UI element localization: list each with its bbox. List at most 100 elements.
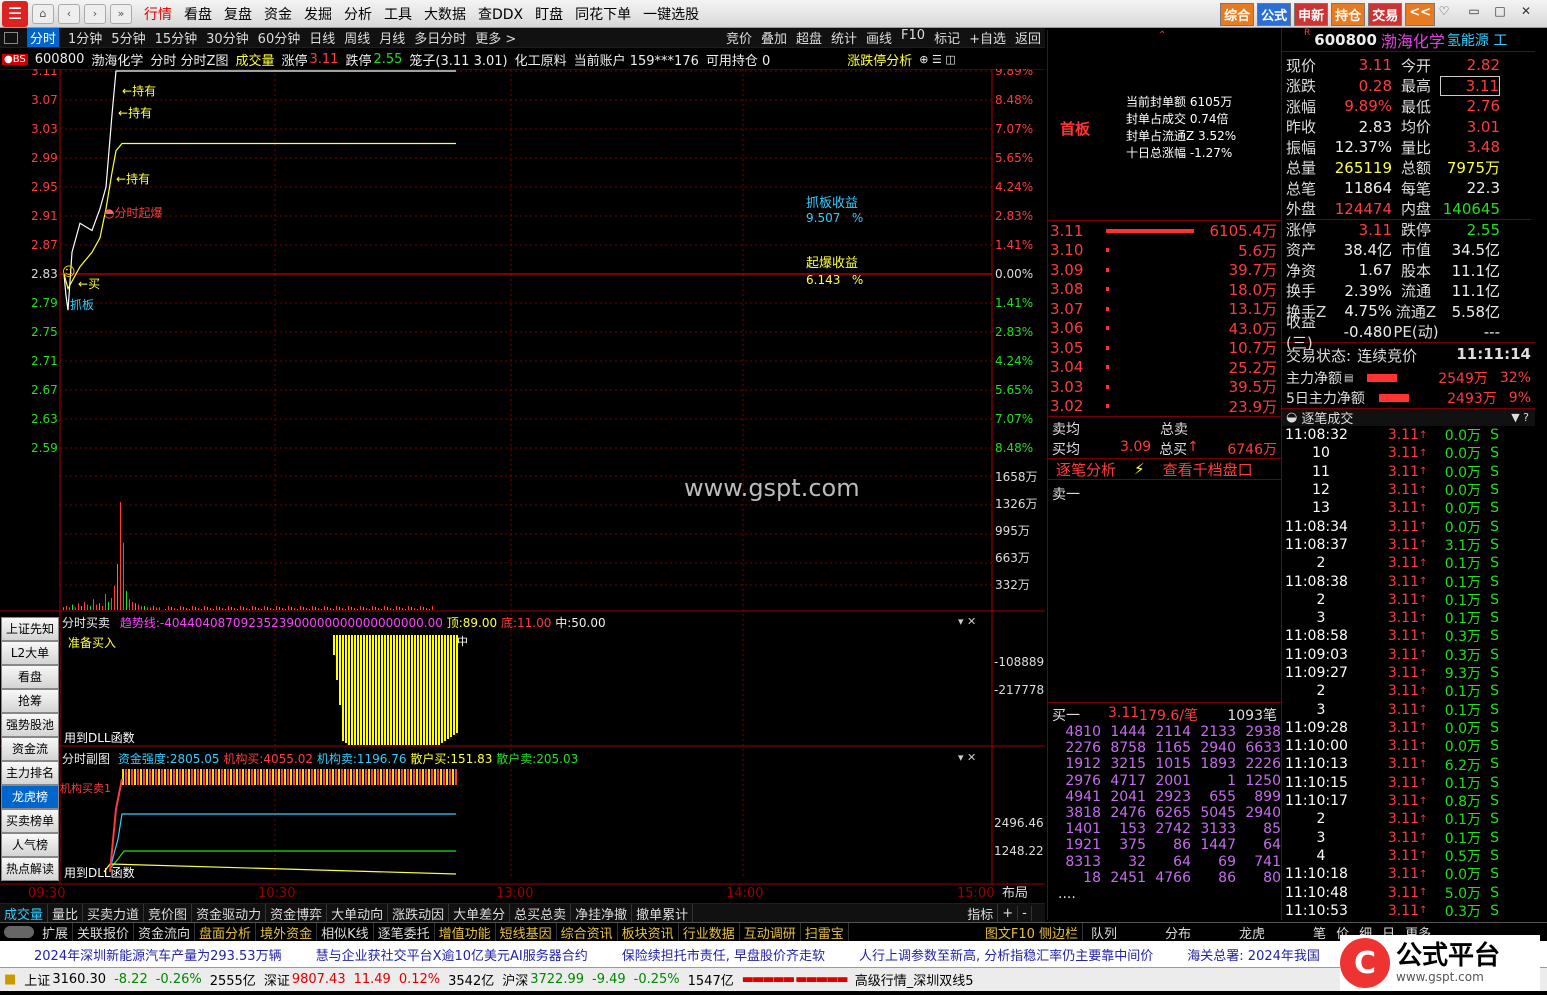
period-tool-7[interactable]: +自选 xyxy=(969,28,1006,47)
sidebar-item-5[interactable]: 资金流 xyxy=(1,737,59,761)
quote-tab-0[interactable]: 队列 xyxy=(1091,923,1117,942)
period-tool-3[interactable]: 统计 xyxy=(831,28,857,47)
period-tab-5[interactable]: 60分钟 xyxy=(258,28,301,47)
period-tab-1[interactable]: 1分钟 xyxy=(68,28,102,47)
right-tab-0[interactable]: 综合 xyxy=(1220,3,1255,26)
sidebar-item-2[interactable]: 看盘 xyxy=(1,665,59,689)
filter-icon[interactable]: ▼ ? xyxy=(1511,411,1529,424)
toggle-panel-icon[interactable] xyxy=(4,31,18,44)
sidebar-item-3[interactable]: 抢筹 xyxy=(1,689,59,713)
sub2-close-icon[interactable]: ▾ ✕ xyxy=(958,751,976,764)
indicator-tab-4[interactable]: 资金驱动力 xyxy=(192,903,267,923)
ext-tab-2[interactable]: 资金流向 xyxy=(134,922,196,942)
ext-tab-0[interactable]: 扩展 xyxy=(38,922,74,942)
close-button[interactable]: ✕ xyxy=(1515,4,1537,22)
quote-tab-1[interactable]: 分布 xyxy=(1165,923,1191,942)
menu-item-10[interactable]: 同花下单 xyxy=(575,4,631,24)
info-icon[interactable]: ▤ xyxy=(1344,373,1353,384)
ext-tab-8[interactable]: 短线基因 xyxy=(496,922,557,942)
sidebar-item-8[interactable]: 买卖榜单 xyxy=(1,809,59,833)
menu-item-7[interactable]: 大数据 xyxy=(424,4,466,24)
right-tab-4[interactable]: 交易 xyxy=(1368,3,1403,26)
quote-tab-2[interactable]: 龙虎 xyxy=(1239,923,1265,942)
period-tab-8[interactable]: 月线 xyxy=(379,28,405,47)
news-item-3[interactable]: 人行上调参数至新高, 分析指稳汇率仍主要靠中间价 xyxy=(859,945,1153,964)
heart-icon[interactable]: ♡ xyxy=(1433,4,1455,22)
news-item-2[interactable]: 保险续担托市责任, 早盘股价齐走软 xyxy=(622,945,825,964)
indicator-tab-0[interactable]: 成交量 xyxy=(0,903,49,923)
sidebar-item-7[interactable]: 龙虎榜 xyxy=(1,785,59,809)
feed-status[interactable]: 高级行情_深圳双线5 xyxy=(855,970,974,989)
indicator-tab-3[interactable]: 竞价图 xyxy=(144,903,193,923)
quote-tab-3[interactable]: 笔 xyxy=(1313,923,1326,942)
ask-row[interactable]: 3.04 25.2万 xyxy=(1048,358,1281,378)
menu-item-3[interactable]: 资金 xyxy=(264,4,292,24)
info-industry[interactable]: 化工原料 xyxy=(515,50,567,69)
indicator-tab-5[interactable]: 资金博弈 xyxy=(266,903,328,923)
ext-tab-1[interactable]: 关联报价 xyxy=(73,922,135,942)
collapse-up-icon[interactable]: ⌃ xyxy=(1158,30,1166,41)
news-item-0[interactable]: 2024年深圳新能源汽车产量为293.53万辆 xyxy=(34,945,282,964)
forward-icon[interactable]: › xyxy=(84,3,106,24)
period-tab-10[interactable]: 更多 > xyxy=(475,28,516,47)
bs-badge[interactable]: ●BS xyxy=(2,53,28,65)
ext-tab-4[interactable]: 境外资金 xyxy=(256,922,318,942)
indicator-tab-12[interactable]: 指标 xyxy=(963,903,999,923)
sidebar-item-10[interactable]: 热点解读 xyxy=(1,857,59,881)
info-vol[interactable]: 成交量 xyxy=(235,50,274,69)
ask-row[interactable]: 3.08 18.0万 xyxy=(1048,280,1281,300)
indicator-tab-1[interactable]: 量比 xyxy=(48,903,84,923)
period-tool-2[interactable]: 超盘 xyxy=(796,28,822,47)
period-tab-9[interactable]: 多日分时 xyxy=(414,28,466,47)
ext-tab-9[interactable]: 综合资讯 xyxy=(557,922,618,942)
ask-row[interactable]: 3.07 13.1万 xyxy=(1048,299,1281,319)
menu-item-8[interactable]: 查DDX xyxy=(478,4,523,24)
period-tab-0[interactable]: 分时 xyxy=(27,28,60,47)
indicator-tab-9[interactable]: 总买总卖 xyxy=(510,903,572,923)
indicator-tab-7[interactable]: 涨跌动因 xyxy=(388,903,450,923)
news-item-4[interactable]: 海关总署: 2024年我国 xyxy=(1187,945,1320,964)
ask-row[interactable]: 3.03 39.5万 xyxy=(1048,377,1281,397)
news-item-1[interactable]: 慧与企业获社交平台X逾10亿美元AI服务器合约 xyxy=(316,945,588,964)
indicator-tab-11[interactable]: 撤单累计 xyxy=(632,903,694,923)
ext-tab-10[interactable]: 板块资讯 xyxy=(618,922,679,942)
ext-tab-11[interactable]: 行业数据 xyxy=(679,922,740,942)
menu-item-11[interactable]: 一键选股 xyxy=(643,4,699,24)
sidebar-item-1[interactable]: L2大单 xyxy=(1,641,59,665)
menu-item-9[interactable]: 盯盘 xyxy=(535,4,563,24)
period-tool-0[interactable]: 竞价 xyxy=(726,28,752,47)
ask-row[interactable]: 3.02 23.9万 xyxy=(1048,397,1281,417)
ask-row[interactable]: 3.05 10.7万 xyxy=(1048,338,1281,358)
period-tool-8[interactable]: 返回 xyxy=(1015,28,1041,47)
period-tab-4[interactable]: 30分钟 xyxy=(206,28,249,47)
period-tab-6[interactable]: 日线 xyxy=(309,28,335,47)
stock-tag[interactable]: 氢能源 工 xyxy=(1447,30,1507,50)
sub2-title[interactable]: 分时副图 xyxy=(62,752,110,766)
ext-tab-7[interactable]: 增值功能 xyxy=(435,922,496,942)
right-tab-5[interactable]: << xyxy=(1405,3,1435,26)
menu-item-0[interactable]: 行情 xyxy=(144,4,172,24)
toggle-switch[interactable] xyxy=(4,926,34,938)
ask-row[interactable]: 3.11 6105.4万 xyxy=(1048,221,1281,241)
app-logo-icon[interactable]: ☰ xyxy=(2,0,28,27)
right-tab-2[interactable]: 申新 xyxy=(1294,3,1329,26)
menu-item-2[interactable]: 复盘 xyxy=(224,4,252,24)
menu-item-4[interactable]: 发掘 xyxy=(304,4,332,24)
queue-more[interactable]: .... xyxy=(1058,886,1076,902)
sidebar-item-6[interactable]: 主力排名 xyxy=(1,761,59,785)
right-tab-1[interactable]: 公式 xyxy=(1257,3,1292,26)
back-icon[interactable]: ‹ xyxy=(58,3,80,24)
info-mode[interactable]: 分时 分时Z图 xyxy=(150,50,228,69)
ext-tab-12[interactable]: 互动调研 xyxy=(740,922,801,942)
indicator-tab-8[interactable]: 大单差分 xyxy=(449,903,511,923)
status-icon[interactable]: ■ xyxy=(4,972,16,987)
ext-tab-13[interactable]: 扫雷宝 xyxy=(801,922,849,942)
indicator-tab-13[interactable]: + xyxy=(998,905,1019,921)
period-tool-5[interactable]: F10 xyxy=(901,28,925,47)
period-tool-6[interactable]: 标记 xyxy=(934,28,960,47)
sidebar-item-0[interactable]: 上证先知 xyxy=(1,617,59,641)
ext-tab-5[interactable]: 相似K线 xyxy=(317,922,374,942)
menu-item-6[interactable]: 工具 xyxy=(384,4,412,24)
period-tab-2[interactable]: 5分钟 xyxy=(111,28,145,47)
collapse-icon[interactable]: ◒ xyxy=(1286,410,1297,425)
